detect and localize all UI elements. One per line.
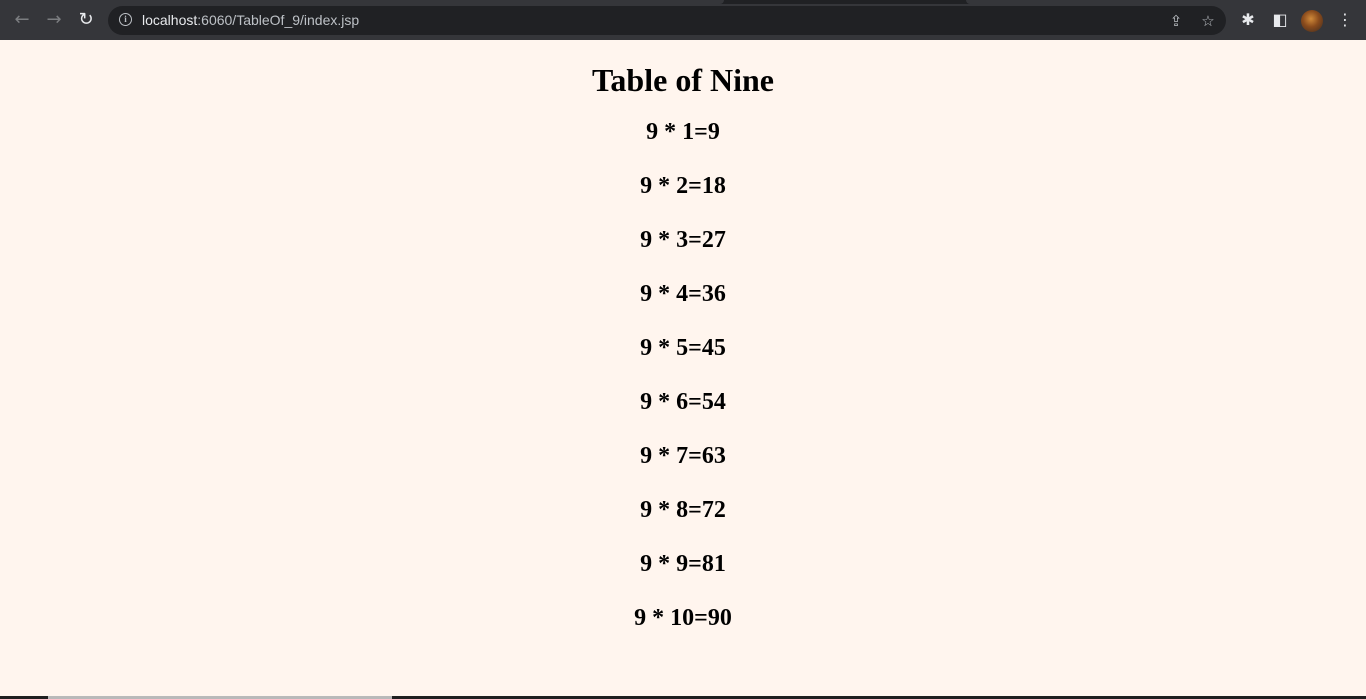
back-arrow-icon: ← [14,9,30,30]
table-row: 9 * 5=45 [640,335,726,361]
back-button[interactable]: ← [10,8,34,32]
address-bar[interactable]: i localhost:6060/TableOf_9/index.jsp ⇪ ☆ [108,6,1226,35]
table-row: 9 * 2=18 [640,173,726,199]
table-row: 9 * 10=90 [634,605,732,631]
table-row: 9 * 7=63 [640,443,726,469]
url-host: localhost [142,12,198,28]
forward-arrow-icon: → [46,9,62,30]
reload-icon: ↻ [78,9,94,30]
site-info-icon[interactable]: i [119,13,132,26]
side-panel-icon[interactable]: ◧ [1269,9,1291,31]
share-icon[interactable]: ⇪ [1166,11,1186,31]
url-text[interactable]: localhost:6060/TableOf_9/index.jsp [142,12,359,29]
menu-icon[interactable]: ⋮ [1334,9,1356,31]
tab-strip [0,0,1366,4]
url-path: :6060/TableOf_9/index.jsp [197,12,360,28]
table-row: 9 * 1=9 [646,119,720,145]
tab-edge-left [0,0,724,4]
table-row: 9 * 4=36 [640,281,726,307]
table-row: 9 * 6=54 [640,389,726,415]
page-content: Table of Nine 9 * 1=9 9 * 2=18 9 * 3=27 … [0,40,1366,696]
reload-button[interactable]: ↻ [74,8,98,32]
profile-avatar[interactable] [1301,10,1323,32]
table-row: 9 * 9=81 [640,551,726,577]
page-title: Table of Nine [592,62,774,98]
forward-button[interactable]: → [42,8,66,32]
bookmark-star-icon[interactable]: ☆ [1198,11,1218,31]
table-row: 9 * 8=72 [640,497,726,523]
table-row: 9 * 3=27 [640,227,726,253]
extensions-icon[interactable]: ✱ [1237,9,1259,31]
browser-toolbar: ← → ↻ i localhost:6060/TableOf_9/index.j… [0,0,1366,40]
tab-edge-right [966,0,1366,4]
